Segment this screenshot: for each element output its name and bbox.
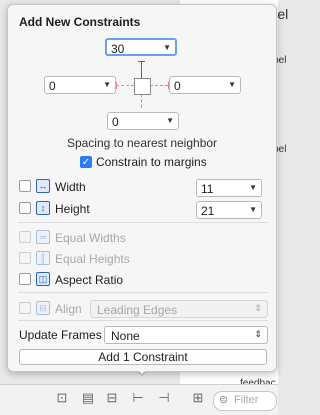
filter-icon: ⊜ bbox=[219, 394, 229, 406]
equal-widths-icon: ═ bbox=[36, 230, 50, 244]
chevron-down-icon[interactable]: ▼ bbox=[166, 116, 174, 125]
stack-icon[interactable]: ▤ bbox=[80, 390, 96, 406]
bottom-spacing-value: 0 bbox=[112, 115, 119, 129]
align-icon: ⊟ bbox=[36, 301, 50, 315]
aspect-ratio-icon: ◫ bbox=[36, 272, 50, 286]
chevron-updown-icon: ⇕ bbox=[254, 303, 262, 313]
align-value: Leading Edges bbox=[97, 303, 178, 317]
right-spacing-value: 0 bbox=[174, 79, 181, 93]
divider bbox=[18, 320, 268, 321]
left-spacing-field[interactable]: 0 ▼ bbox=[44, 76, 116, 94]
width-value-field[interactable]: 11 ▼ bbox=[196, 179, 262, 197]
height-value: 21 bbox=[201, 204, 215, 218]
navigator-icon[interactable]: ⊞ bbox=[190, 390, 206, 406]
left-spacing-value: 0 bbox=[49, 79, 56, 93]
left-strut-cap bbox=[116, 82, 117, 89]
update-frames-value: None bbox=[111, 329, 140, 343]
chevron-updown-icon: ⇕ bbox=[254, 329, 262, 339]
top-strut[interactable] bbox=[141, 61, 142, 78]
popover-arrow bbox=[134, 366, 150, 374]
add-constraint-button[interactable]: Add 1 Constraint bbox=[19, 349, 267, 365]
chevron-down-icon[interactable]: ▼ bbox=[103, 80, 111, 89]
view-placeholder-box bbox=[134, 78, 151, 95]
popover-title: Add New Constraints bbox=[19, 15, 141, 29]
equal-widths-checkbox[interactable] bbox=[19, 231, 31, 243]
equal-heights-label: Equal Heights bbox=[55, 252, 130, 266]
chevron-down-icon[interactable]: ▼ bbox=[249, 183, 257, 192]
spacing-label: Spacing to nearest neighbor bbox=[66, 136, 218, 150]
equal-heights-icon: ║ bbox=[36, 251, 50, 265]
height-value-field[interactable]: 21 ▼ bbox=[196, 201, 262, 219]
align-label: Align bbox=[55, 302, 82, 316]
height-checkbox[interactable] bbox=[19, 202, 31, 214]
align-checkbox[interactable] bbox=[19, 302, 31, 314]
pin-icon[interactable]: ⊢ bbox=[130, 390, 146, 406]
equal-heights-checkbox[interactable] bbox=[19, 252, 31, 264]
chevron-down-icon[interactable]: ▼ bbox=[249, 205, 257, 214]
left-strut[interactable] bbox=[116, 85, 134, 87]
add-constraints-popover: Add New Constraints 30 ▼ 0 ▼ 0 ▼ 0 ▼ Spa… bbox=[7, 4, 277, 372]
chevron-down-icon[interactable]: ▼ bbox=[228, 80, 236, 89]
bottom-strut[interactable] bbox=[141, 94, 143, 108]
width-checkbox[interactable] bbox=[19, 180, 31, 192]
constrain-to-margins-checkbox[interactable]: ✓ bbox=[80, 156, 92, 168]
align-select[interactable]: Leading Edges ⇕ bbox=[90, 300, 268, 318]
bottom-spacing-field[interactable]: 0 ▼ bbox=[107, 112, 179, 130]
width-label: Width bbox=[55, 180, 86, 194]
width-icon: ↔ bbox=[36, 179, 50, 193]
update-frames-label: Update Frames bbox=[19, 328, 102, 342]
resolve-issues-icon[interactable]: ⊣ bbox=[156, 390, 172, 406]
height-label: Height bbox=[55, 202, 90, 216]
right-spacing-field[interactable]: 0 ▼ bbox=[169, 76, 241, 94]
align-icon[interactable]: ⊟ bbox=[104, 390, 120, 406]
filter-placeholder: Filter bbox=[234, 394, 259, 406]
divider bbox=[18, 292, 268, 293]
update-frames-icon[interactable]: ⊡ bbox=[54, 390, 70, 406]
equal-widths-label: Equal Widths bbox=[55, 231, 126, 245]
aspect-ratio-label: Aspect Ratio bbox=[55, 273, 124, 287]
width-value: 11 bbox=[201, 182, 214, 196]
right-strut[interactable] bbox=[150, 85, 168, 87]
aspect-ratio-checkbox[interactable] bbox=[19, 273, 31, 285]
constrain-to-margins-label: Constrain to margins bbox=[96, 155, 207, 169]
filter-input[interactable]: ⊜ Filter bbox=[213, 391, 277, 411]
top-spacing-field[interactable]: 30 ▼ bbox=[105, 38, 177, 56]
height-icon: ↕ bbox=[36, 201, 50, 215]
update-frames-select[interactable]: None ⇕ bbox=[104, 326, 268, 344]
chevron-down-icon[interactable]: ▼ bbox=[163, 43, 171, 52]
top-spacing-value: 30 bbox=[111, 42, 125, 56]
divider bbox=[18, 222, 268, 223]
